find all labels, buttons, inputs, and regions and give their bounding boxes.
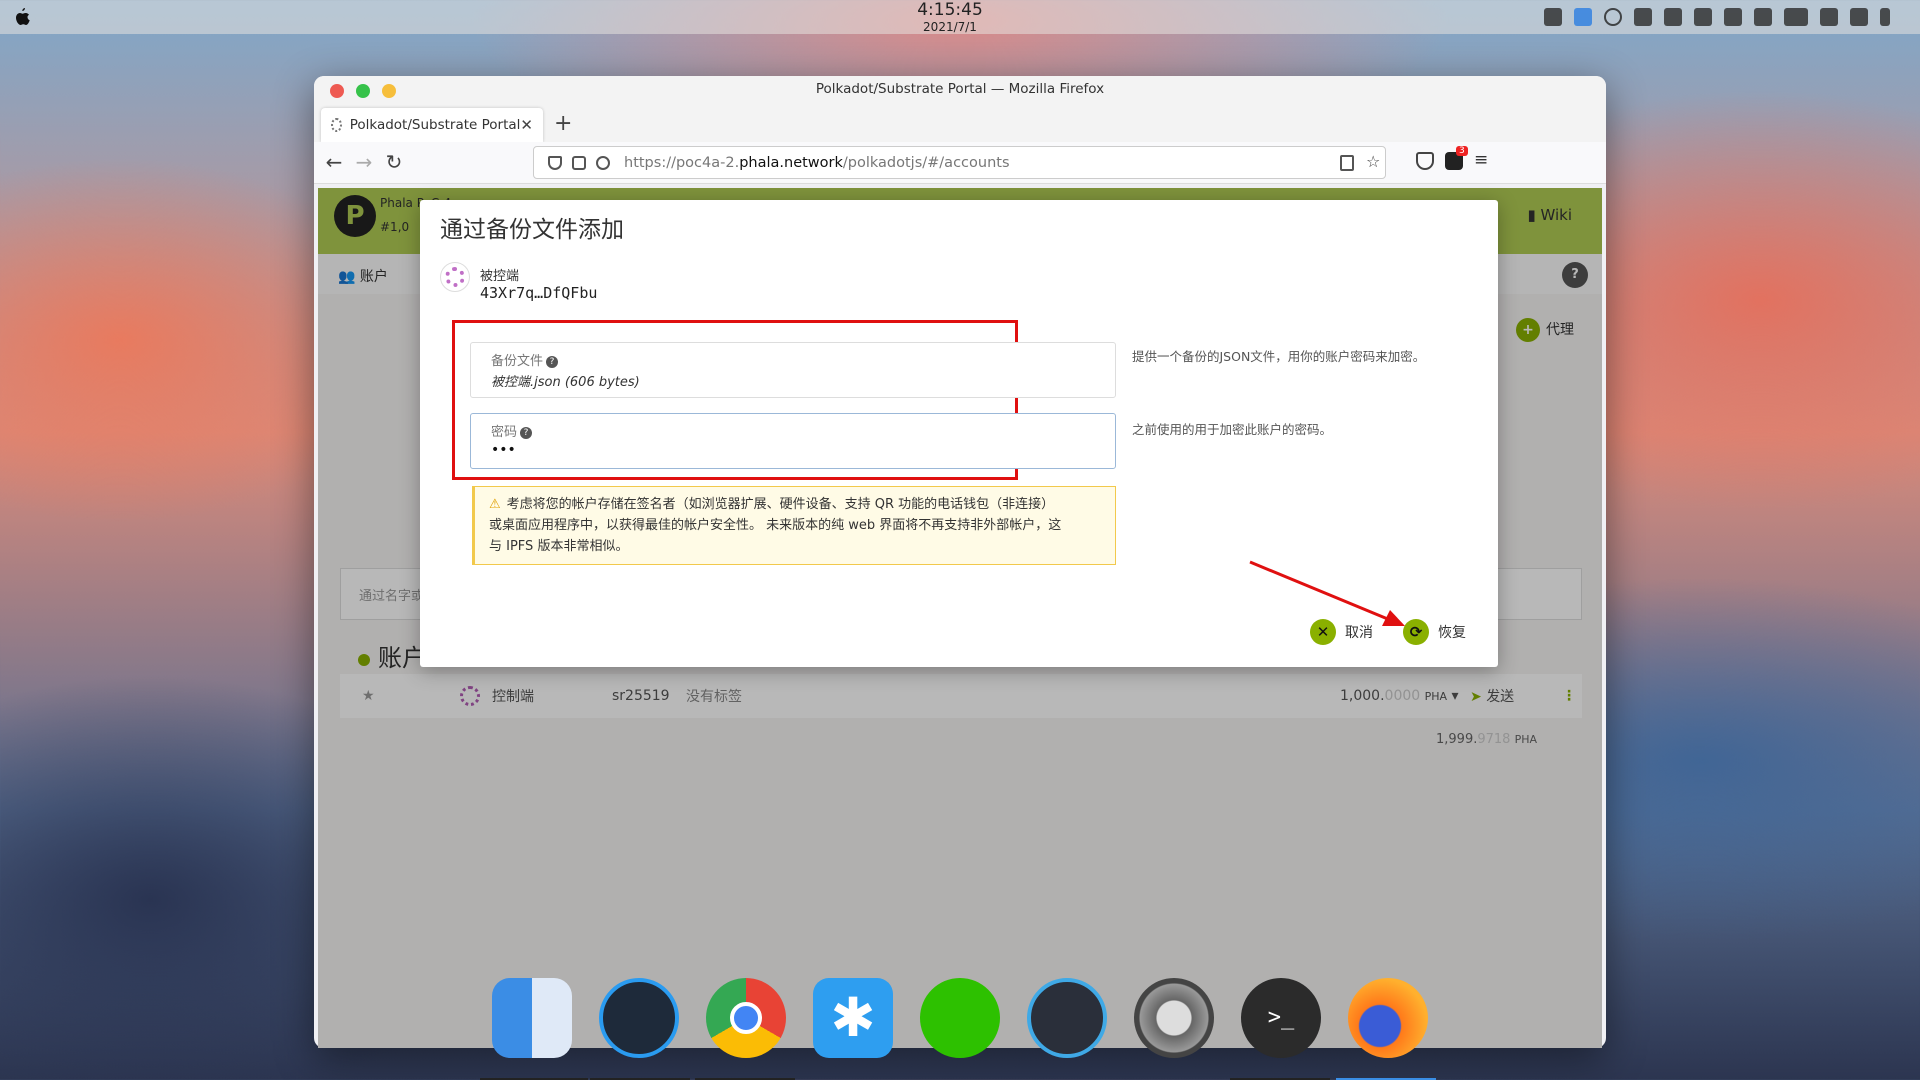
chrome-icon[interactable] — [706, 978, 786, 1058]
url-prefix: https://poc4a-2. — [624, 154, 740, 171]
annotation-arrow — [1249, 560, 1405, 626]
firefox-icon[interactable] — [1348, 978, 1428, 1058]
vscode-icon[interactable] — [599, 978, 679, 1058]
key-icon[interactable] — [596, 155, 610, 170]
navigation-toolbar: ← → ↻ https://poc4a-2.phala.network/polk… — [314, 142, 1606, 184]
forward-arrow-icon[interactable]: → — [352, 150, 376, 174]
snippets-icon[interactable]: ✱ — [813, 978, 893, 1058]
tab-label: Polkadot/Substrate Portal — [349, 117, 521, 133]
url-domain: phala.network — [739, 154, 843, 171]
url-bar[interactable]: https://poc4a-2.phala.network/polkadotjs… — [533, 146, 1386, 179]
url-path: /polkadotjs/#/accounts — [842, 154, 1010, 171]
chrome-center — [730, 1002, 762, 1034]
pause-icon[interactable] — [1604, 8, 1622, 26]
finder-icon[interactable] — [492, 978, 572, 1058]
window-title: Polkadot/Substrate Portal — Mozilla Fire… — [815, 81, 1105, 97]
clock[interactable]: 4:15:45 2021/7/1 — [890, 0, 1010, 34]
app-status-icon[interactable] — [1574, 8, 1592, 26]
hamburger-menu-icon[interactable]: ≡ — [1474, 152, 1492, 170]
favicon-icon — [331, 118, 342, 132]
tab-bar: Polkadot/Substrate Portal ✕ + — [314, 106, 1606, 142]
clock-date: 2021/7/1 — [923, 20, 977, 34]
system-tray — [1544, 8, 1890, 26]
reader-view-icon[interactable] — [1340, 155, 1354, 171]
feather-icon[interactable] — [1634, 8, 1652, 26]
dock: ✱ >_ — [480, 974, 1440, 1080]
new-tab-button[interactable]: + — [554, 111, 572, 136]
notification-bell-icon[interactable] — [1544, 8, 1562, 26]
terminal-icon[interactable]: >_ — [1241, 978, 1321, 1058]
tab-polkadot-portal[interactable]: Polkadot/Substrate Portal ✕ — [321, 108, 543, 142]
apple-icon[interactable] — [14, 7, 30, 26]
activity-monitor-icon[interactable] — [1027, 978, 1107, 1058]
close-tab-icon[interactable]: ✕ — [520, 116, 533, 134]
system-settings-icon[interactable] — [1134, 978, 1214, 1058]
wifi-icon[interactable] — [1820, 8, 1838, 26]
battery-icon[interactable] — [1784, 8, 1808, 26]
pocket-icon[interactable] — [1416, 152, 1434, 170]
menubar: 4:15:45 2021/7/1 — [0, 0, 1920, 34]
bookmark-star-icon[interactable]: ☆ — [1366, 154, 1380, 171]
notification-count-badge: 3 — [1456, 146, 1468, 156]
back-arrow-icon[interactable]: ← — [322, 150, 346, 174]
window-titlebar: Polkadot/Substrate Portal — Mozilla Fire… — [314, 76, 1606, 106]
clipboard-icon[interactable] — [1694, 8, 1712, 26]
chevron-left-icon[interactable] — [1880, 8, 1890, 26]
wechat-icon[interactable] — [920, 978, 1000, 1058]
command-icon[interactable] — [1724, 8, 1742, 26]
shield-icon[interactable] — [548, 155, 562, 170]
lock-icon[interactable] — [572, 155, 586, 170]
reload-icon[interactable]: ↻ — [382, 150, 406, 174]
clock-time: 4:15:45 — [917, 0, 983, 20]
location-pin-icon[interactable] — [1754, 8, 1772, 26]
restore-from-backup-modal: 通过备份文件添加 被控端 43Xr7q…DfQFbu 备份文件? 被控端.jso… — [420, 200, 1498, 667]
url-text: https://poc4a-2.phala.network/polkadotjs… — [624, 155, 1010, 171]
network-monitor-icon[interactable] — [1664, 8, 1682, 26]
volume-icon[interactable] — [1850, 8, 1868, 26]
